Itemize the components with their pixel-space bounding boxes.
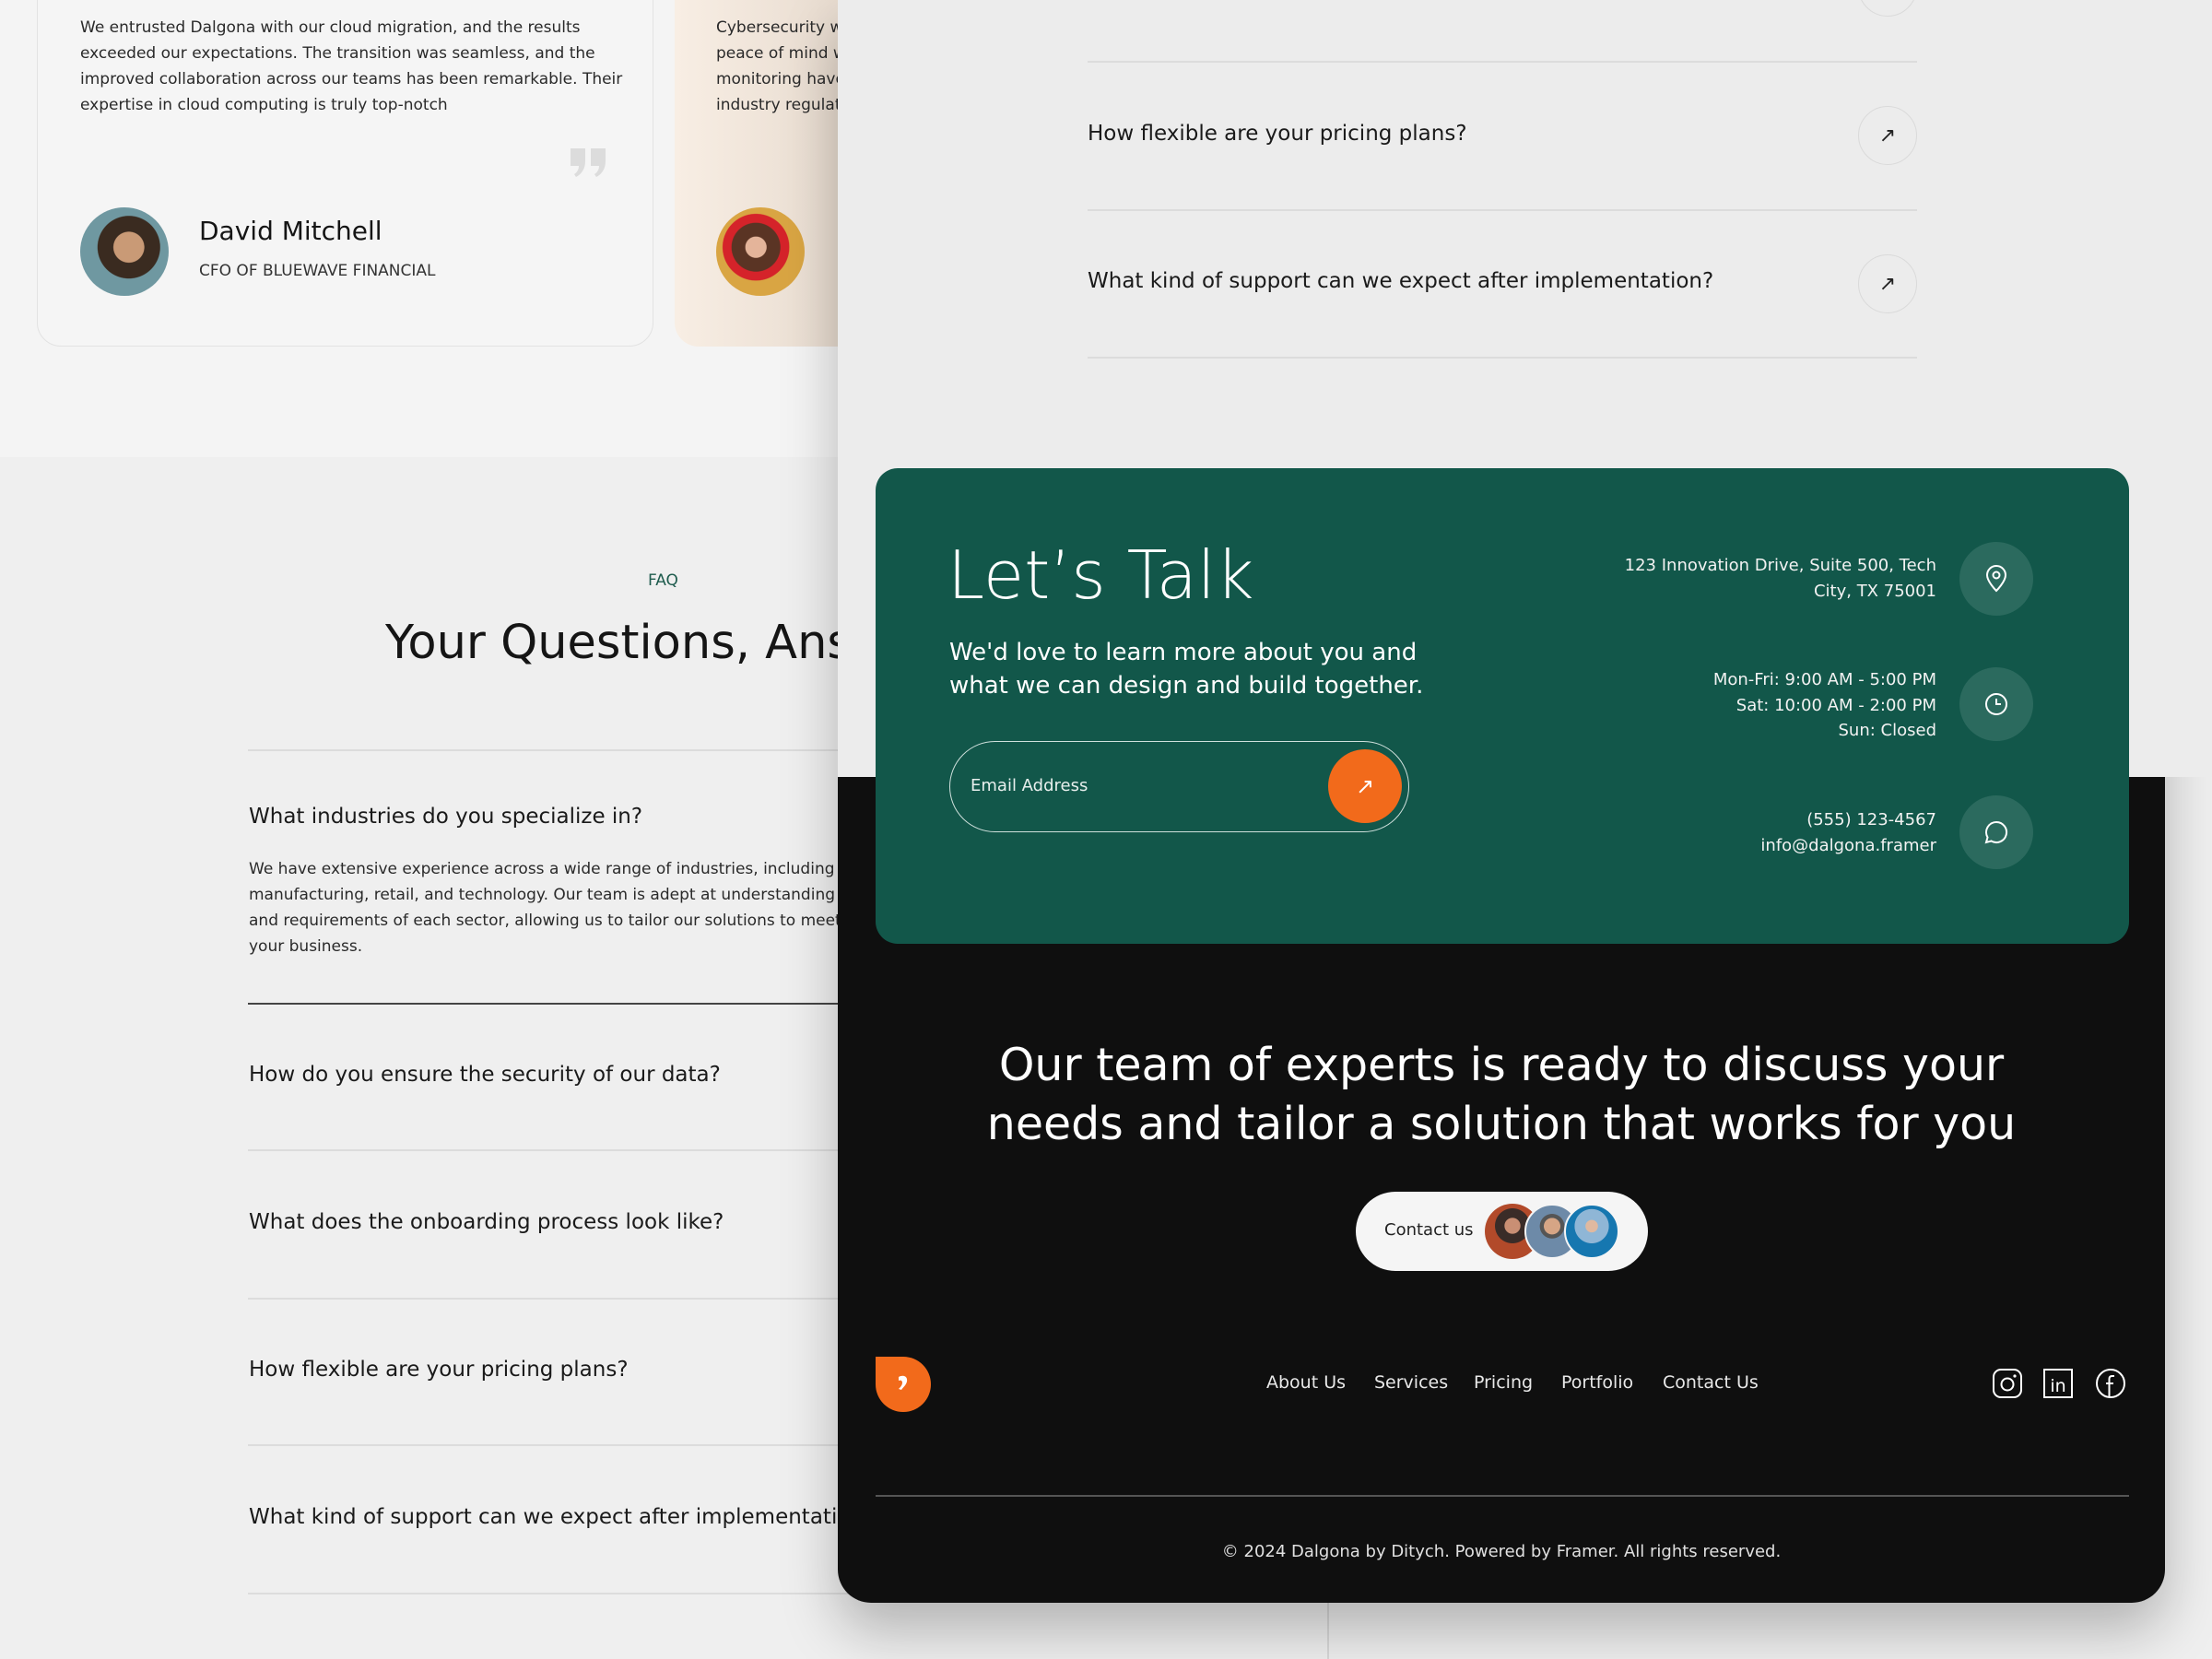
submit-button[interactable]: ↗ — [1328, 749, 1402, 823]
nav-contact-us[interactable]: Contact Us — [1663, 1372, 1759, 1393]
dalgona-logo[interactable] — [876, 1357, 931, 1412]
text-line: what we can design and build together. — [949, 672, 1424, 700]
divider — [248, 1444, 893, 1446]
text-line: and requirements of each sector, allowin… — [249, 912, 886, 930]
divider — [248, 1298, 893, 1300]
text-line: Our team of experts is ready to discuss … — [998, 1039, 2005, 1091]
arrow-button[interactable]: ↗ — [1858, 106, 1917, 165]
text-line: industry regulati — [716, 96, 846, 114]
nav-about-us[interactable]: About Us — [1266, 1372, 1346, 1393]
nav-portfolio[interactable]: Portfolio — [1561, 1372, 1633, 1393]
text-line: Cybersecurity wa — [716, 18, 853, 37]
faq-question[interactable]: What does the onboarding process look li… — [249, 1210, 724, 1234]
text-line: your business. — [249, 937, 363, 956]
text-line: improved collaboration across our teams … — [80, 70, 623, 88]
testimonial-text: Cybersecurity wa peace of mind w monitor… — [716, 15, 853, 118]
text-line: exceeded our expectations. The transitio… — [80, 44, 595, 63]
arrow-up-right-icon: ↗ — [1878, 124, 1897, 147]
text-line: 123 Innovation Drive, Suite 500, Tech — [1624, 556, 1936, 575]
instagram-icon[interactable] — [1992, 1368, 2023, 1399]
arrow-up-right-icon: ↗ — [1878, 272, 1897, 296]
nav-services[interactable]: Services — [1374, 1372, 1448, 1393]
chat-bubble-icon — [1959, 795, 2033, 869]
faq-question[interactable]: What kind of support can we expect after… — [249, 1505, 875, 1529]
svg-text:in: in — [2050, 1376, 2065, 1396]
footer-headline: Our team of experts is ready to discuss … — [838, 1036, 2165, 1154]
testimonial-name: David Mitchell — [199, 216, 382, 246]
phone[interactable]: (555) 123-4567 — [1760, 807, 1936, 833]
location-pin-icon — [1959, 542, 2033, 616]
faq-question[interactable]: How flexible are your pricing plans? — [249, 1358, 629, 1382]
divider — [248, 1149, 893, 1151]
faq-question[interactable]: How do you ensure the security of our da… — [249, 1063, 721, 1087]
divider — [248, 1003, 893, 1005]
email[interactable]: info@dalgona.framer — [1760, 833, 1936, 859]
footer-divider — [876, 1495, 2129, 1497]
text-line: We entrusted Dalgona with our cloud migr… — [80, 18, 581, 37]
nav-pricing[interactable]: Pricing — [1474, 1372, 1533, 1393]
faq-label: FAQ — [648, 571, 678, 590]
contact-us-label: Contact us — [1384, 1220, 1474, 1240]
divider — [248, 1593, 893, 1594]
contact-title: Let’s Talk — [947, 536, 1254, 614]
email-input[interactable]: Email Address ↗ — [949, 741, 1409, 832]
avatar — [1564, 1204, 1619, 1259]
testimonial-role: CFO OF BLUEWAVE FINANCIAL — [199, 262, 436, 280]
linkedin-icon[interactable]: in — [2042, 1368, 2074, 1399]
divider — [1088, 61, 1917, 63]
quote-icon — [571, 148, 606, 177]
text-line: City, TX 75001 — [1813, 581, 1936, 601]
clock-icon — [1959, 667, 2033, 741]
faq-title: Your Questions, Answ — [385, 616, 890, 670]
text-line: Sun: Closed — [1838, 721, 1937, 740]
faq-question[interactable]: What kind of support can we expect after… — [1088, 269, 1713, 293]
text-line: peace of mind w — [716, 44, 846, 63]
email-placeholder: Email Address — [971, 776, 1088, 795]
avatar — [716, 207, 805, 296]
faq-question[interactable]: What industries do you specialize in? — [249, 805, 642, 829]
text-line: We have extensive experience across a wi… — [249, 860, 879, 878]
arrow-up-right-icon: ↗ — [1355, 773, 1375, 799]
text-line: manufacturing, retail, and technology. O… — [249, 886, 881, 904]
divider — [1088, 357, 1917, 359]
copyright: © 2024 Dalgona by Ditych. Powered by Fra… — [1221, 1542, 1782, 1561]
contact-us-button[interactable]: Contact us — [1356, 1192, 1648, 1271]
divider — [1088, 209, 1917, 211]
testimonial-text: We entrusted Dalgona with our cloud migr… — [80, 15, 622, 118]
phone-email: (555) 123-4567 info@dalgona.framer — [1760, 807, 1936, 858]
text-line: Sat: 10:00 AM - 2:00 PM — [1735, 695, 1936, 715]
text-line: expertise in cloud computing is truly to… — [80, 96, 448, 114]
divider — [248, 749, 893, 751]
faq-answer: We have extensive experience across a wi… — [249, 856, 885, 959]
arrow-button[interactable]: ↗ — [1858, 254, 1917, 313]
facebook-icon[interactable] — [2095, 1368, 2126, 1399]
contact-subtitle: We'd love to learn more about you and wh… — [949, 636, 1423, 702]
text-line: Mon-Fri: 9:00 AM - 5:00 PM — [1712, 670, 1936, 689]
text-line: needs and tailor a solution that works f… — [986, 1098, 2017, 1150]
faq-question[interactable]: How flexible are your pricing plans? — [1088, 122, 1467, 146]
avatar — [80, 207, 169, 296]
hours: Mon-Fri: 9:00 AM - 5:00 PM Sat: 10:00 AM… — [1713, 667, 1936, 744]
text-line: We'd love to learn more about you and — [949, 639, 1418, 666]
address: 123 Innovation Drive, Suite 500, Tech Ci… — [1625, 553, 1936, 604]
text-line: monitoring have — [716, 70, 845, 88]
